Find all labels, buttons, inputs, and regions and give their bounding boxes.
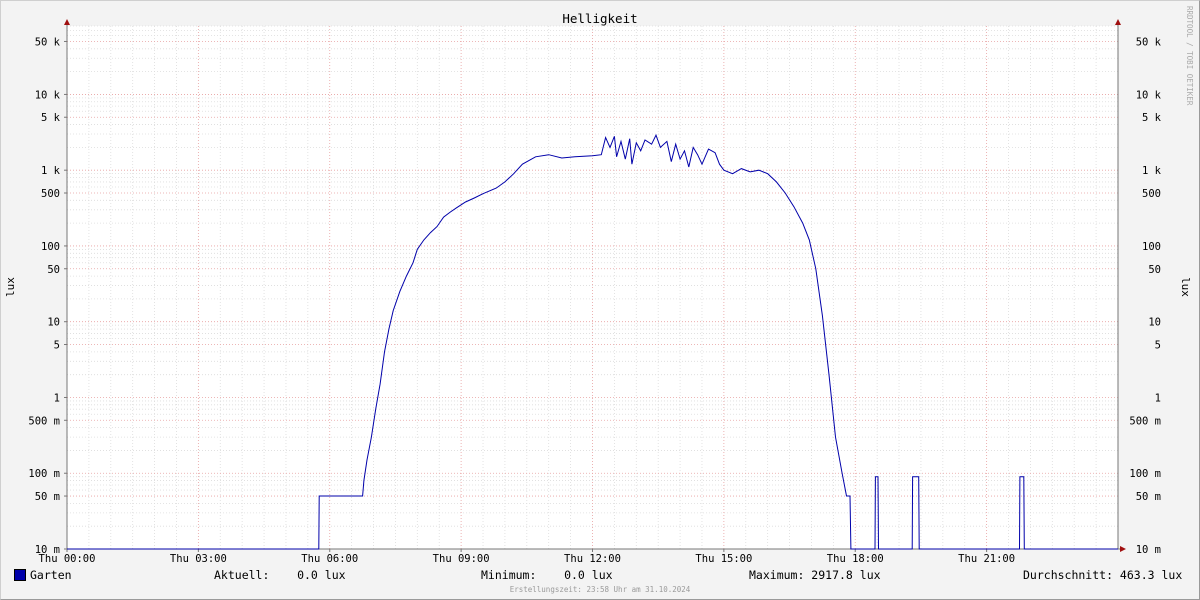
x-tick-label: Thu 06:00 <box>301 553 358 565</box>
x-axis-labels: Thu 00:00 Thu 03:00 Thu 06:00 Thu 09:00 Thu … <box>39 553 1016 565</box>
legend-aktuell: Aktuell: 0.0 lux <box>214 568 346 582</box>
chart-title: Helligkeit <box>562 11 637 26</box>
y-tick-label-left: 100 <box>41 241 60 253</box>
y-axis-left-labels: 10 m50 m100 m500 m1510501005001 k5 k10 k… <box>28 36 60 556</box>
y-axis-right-labels: 10 m 50 m 100 m 500 m 1 5 10 50 100 500 1 k 5 k 10 k… <box>1129 36 1161 556</box>
y-tick-label-left: 5 <box>54 340 60 352</box>
y-tick-label-right: 500 m <box>1129 415 1161 427</box>
y-tick-label-right: 50 k <box>1136 36 1162 48</box>
x-tick-label: Thu 15:00 <box>695 553 752 565</box>
y-tick-label-right: 5 <box>1155 340 1161 352</box>
y-tick-label-left: 50 <box>47 264 60 276</box>
y-tick-label-right: 10 m <box>1136 544 1161 556</box>
y-tick-label-left: 50 k <box>35 36 61 48</box>
y-tick-label-right: 50 m <box>1136 491 1161 503</box>
legend-swatch-garten <box>14 569 26 581</box>
footer-timestamp: Erstellungszeit: 23:58 Uhr am 31.10.2024 <box>509 585 691 594</box>
y-tick-label-right: 1 k <box>1142 165 1162 177</box>
x-tick-label: Thu 00:00 <box>39 553 96 565</box>
y-tick-label-left: 500 m <box>28 415 60 427</box>
y-axis-arrow-left <box>64 19 70 25</box>
y-tick-label-left: 1 <box>54 392 60 404</box>
y-tick-label-right: 5 k <box>1142 112 1162 124</box>
y-tick-label-left: 10 <box>47 317 60 329</box>
y-tick-label-right: 100 <box>1142 241 1161 253</box>
y-tick-label-right: 100 m <box>1129 468 1161 480</box>
rrdtool-watermark: RRDTOOL / TOBI OETIKER <box>1185 6 1194 106</box>
y-tick-label-left: 100 m <box>28 468 60 480</box>
y-tick-label-right: 1 <box>1155 392 1161 404</box>
y-tick-label-right: 10 k <box>1136 89 1162 101</box>
x-tick-label: Thu 09:00 <box>433 553 490 565</box>
x-axis-arrow <box>1120 546 1126 552</box>
x-tick-label: Thu 03:00 <box>170 553 227 565</box>
y-tick-label-left: 5 k <box>41 112 61 124</box>
legend-minimum: Minimum: 0.0 lux <box>481 568 613 582</box>
y-tick-label-left: 1 k <box>41 165 61 177</box>
y-tick-label-left: 50 m <box>35 491 60 503</box>
chart-svg: 10 m 50 m 100 m 500 m 1 5 10 50 100 500 1 k 5 k 10 k… <box>4 11 1192 565</box>
y-tick-label-left: 10 k <box>35 89 61 101</box>
y-tick-label-left: 500 <box>41 188 60 200</box>
y-tick-label-right: 10 <box>1148 317 1161 329</box>
y-axis-label-right: lux <box>1179 277 1192 297</box>
legend-maximum: Maximum: 2917.8 lux <box>749 568 881 582</box>
x-tick-label: Thu 12:00 <box>564 553 621 565</box>
x-tick-label: Thu 21:00 <box>958 553 1015 565</box>
y-axis-label-left: lux <box>4 277 17 297</box>
y-axis-arrow-right <box>1115 19 1121 25</box>
legend-series-name: Garten <box>30 568 72 582</box>
y-tick-label-right: 50 <box>1148 264 1161 276</box>
x-tick-label: Thu 18:00 <box>827 553 884 565</box>
legend-durchschnitt: Durchschnitt: 463.3 lux <box>1023 568 1183 582</box>
y-tick-label-right: 500 <box>1142 188 1161 200</box>
